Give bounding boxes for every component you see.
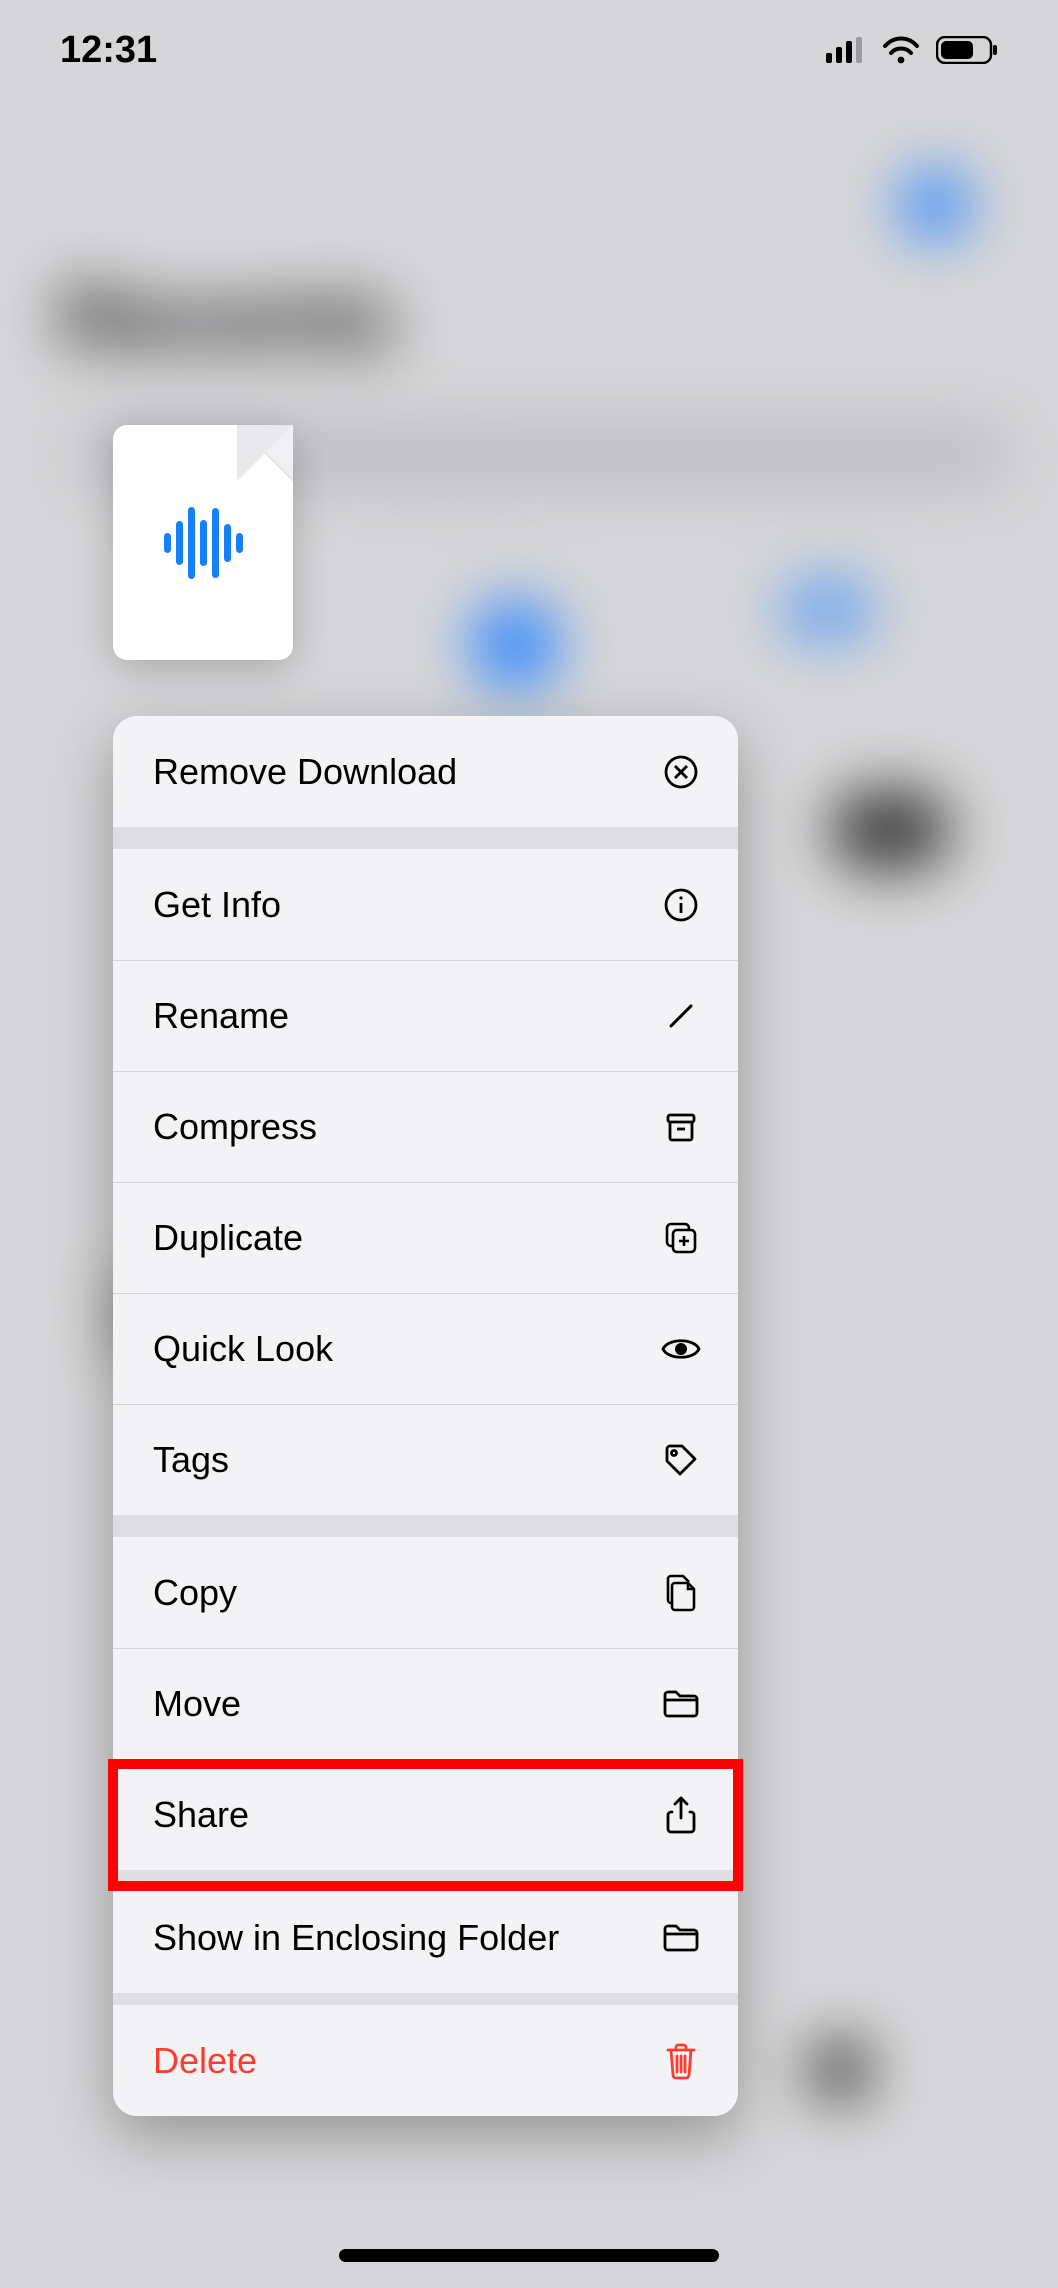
battery-icon — [936, 36, 998, 64]
menu-item-move[interactable]: Move — [113, 1648, 738, 1759]
menu-item-quick-look[interactable]: Quick Look — [113, 1293, 738, 1404]
archivebox-icon — [660, 1109, 702, 1145]
trash-icon — [660, 2042, 702, 2080]
menu-separator — [113, 1870, 738, 1882]
folder-icon — [660, 1921, 702, 1955]
menu-item-label: Quick Look — [153, 1328, 333, 1370]
wifi-icon — [882, 36, 920, 64]
page-title-blurred: Recents — [60, 270, 395, 369]
menu-group: Copy Move Share — [113, 1537, 738, 1870]
menu-item-label: Tags — [153, 1439, 229, 1481]
menu-item-share[interactable]: Share — [113, 1759, 738, 1870]
menu-group: Remove Download — [113, 716, 738, 827]
menu-group: Delete — [113, 2005, 738, 2116]
menu-item-remove-download[interactable]: Remove Download — [113, 716, 738, 827]
pencil-icon — [660, 998, 702, 1034]
menu-item-compress[interactable]: Compress — [113, 1071, 738, 1182]
menu-item-duplicate[interactable]: Duplicate — [113, 1182, 738, 1293]
folder-icon — [660, 1687, 702, 1721]
menu-item-label: Compress — [153, 1106, 317, 1148]
status-time: 12:31 — [60, 29, 157, 72]
file-thumbnail[interactable] — [113, 425, 293, 660]
menu-item-delete[interactable]: Delete — [113, 2005, 738, 2116]
tag-icon — [660, 1441, 702, 1479]
menu-item-label: Rename — [153, 995, 289, 1037]
menu-item-rename[interactable]: Rename — [113, 960, 738, 1071]
menu-item-label: Duplicate — [153, 1217, 303, 1259]
menu-item-label: Share — [153, 1794, 249, 1836]
menu-item-label: Get Info — [153, 884, 281, 926]
cellular-signal-icon — [826, 37, 866, 63]
status-bar: 12:31 — [0, 0, 1058, 100]
context-menu: Remove Download Get Info Rename Compress — [113, 716, 738, 2116]
menu-item-label: Delete — [153, 2040, 257, 2082]
menu-separator — [113, 827, 738, 849]
menu-item-copy[interactable]: Copy — [113, 1537, 738, 1648]
menu-item-label: Copy — [153, 1572, 237, 1614]
menu-item-label: Show in Enclosing Folder — [153, 1917, 559, 1959]
menu-item-get-info[interactable]: Get Info — [113, 849, 738, 960]
home-indicator — [339, 2249, 719, 2262]
menu-group: Get Info Rename Compress Duplicate Quick… — [113, 849, 738, 1515]
menu-item-label: Move — [153, 1683, 241, 1725]
doc-on-doc-icon — [660, 1573, 702, 1613]
menu-item-tags[interactable]: Tags — [113, 1404, 738, 1515]
menu-separator — [113, 1993, 738, 2005]
audio-waveform-icon — [164, 507, 243, 579]
x-circle-icon — [660, 754, 702, 790]
menu-group: Show in Enclosing Folder — [113, 1882, 738, 1993]
menu-item-label: Remove Download — [153, 751, 457, 793]
menu-separator — [113, 1515, 738, 1537]
eye-icon — [660, 1334, 702, 1364]
share-icon — [660, 1794, 702, 1836]
menu-item-show-in-enclosing-folder[interactable]: Show in Enclosing Folder — [113, 1882, 738, 1993]
page-fold-icon — [237, 425, 293, 481]
info-circle-icon — [660, 887, 702, 923]
plus-square-on-square-icon — [660, 1219, 702, 1257]
